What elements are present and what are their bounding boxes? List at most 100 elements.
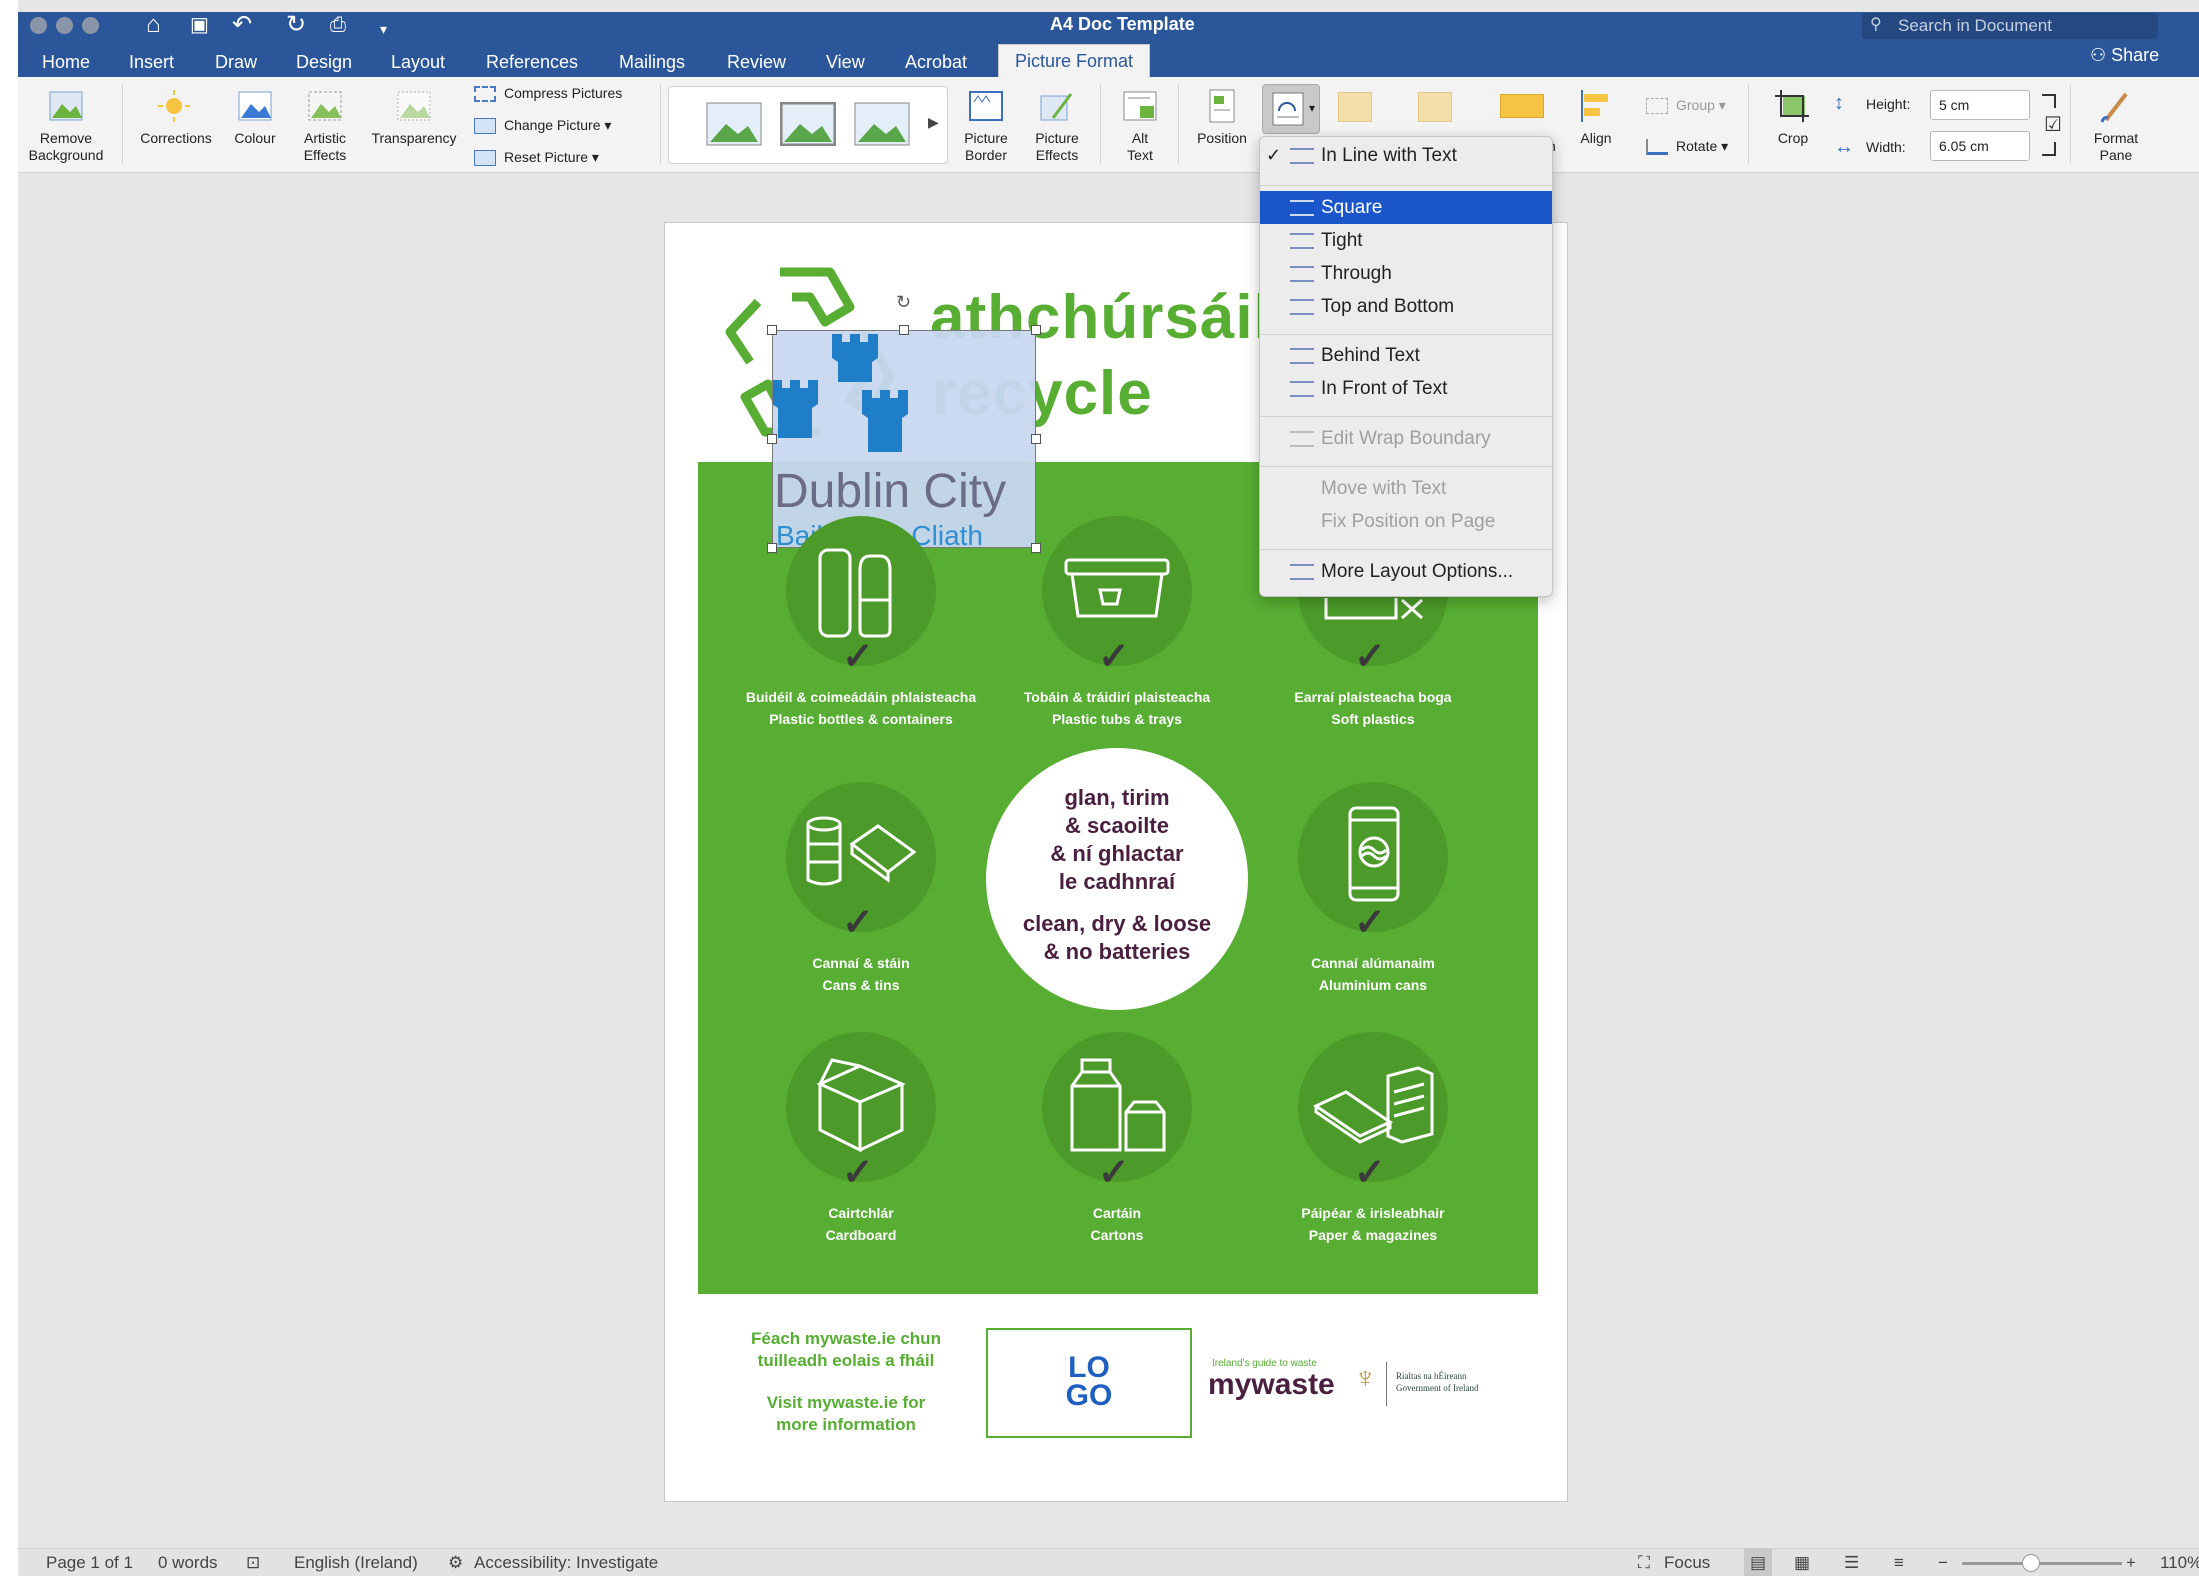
picture-border-button[interactable]: Picture Border (954, 88, 1018, 164)
resize-handle-top[interactable] (899, 325, 909, 335)
resize-handle-bottom-right[interactable] (1031, 543, 1041, 553)
search-input[interactable]: Search in Document (1862, 13, 2158, 39)
share-button[interactable]: ⚇ Share (2090, 45, 2159, 66)
footer-english-line-2: more information (776, 1415, 916, 1434)
save-icon[interactable]: ▣ (190, 12, 209, 38)
picture-style-thumbnail-2[interactable] (780, 102, 836, 146)
position-button[interactable]: Position (1186, 88, 1258, 147)
tab-draw[interactable]: Draw (215, 49, 257, 75)
tab-review[interactable]: Review (727, 49, 786, 75)
draft-view-icon[interactable]: ≡ (1894, 1549, 1904, 1576)
menu-item-square[interactable]: Square (1260, 191, 1552, 224)
width-field[interactable]: 6.05 cm (1930, 131, 2030, 161)
artistic-effects-button[interactable]: Artistic Effects (290, 88, 360, 164)
transparency-label: Transparency (371, 130, 457, 146)
page-count[interactable]: Page 1 of 1 (46, 1549, 133, 1576)
menu-item-in-front-of-text[interactable]: In Front of Text (1260, 372, 1552, 405)
home-icon[interactable]: ⌂ (146, 12, 161, 38)
resize-handle-bottom-left[interactable] (767, 543, 777, 553)
send-backward-button[interactable] (1418, 92, 1452, 122)
picture-border-label-2: Border (964, 147, 1008, 163)
left-margin (0, 0, 18, 1576)
lock-ratio-top-bracket-icon (2042, 94, 2056, 108)
accessibility-status[interactable]: Accessibility: Investigate (474, 1549, 658, 1576)
print-icon[interactable]: ⎙ (330, 12, 346, 38)
bring-forward-button[interactable] (1338, 92, 1372, 122)
menu-item-top-and-bottom[interactable]: Top and Bottom (1260, 290, 1552, 323)
minimize-window-button[interactable] (56, 17, 73, 34)
zoom-in-button[interactable]: + (2126, 1549, 2136, 1576)
selection-pane-button[interactable] (1500, 94, 1544, 118)
tab-view[interactable]: View (826, 49, 865, 75)
tab-references[interactable]: References (486, 49, 578, 75)
menu-item-more-layout-options[interactable]: More Layout Options... (1260, 555, 1552, 588)
menu-item-in-line-with-text[interactable]: ✓ In Line with Text (1260, 139, 1552, 172)
resize-handle-top-right[interactable] (1031, 325, 1041, 335)
change-picture-label: Change Picture (504, 117, 601, 133)
group-icon (1646, 98, 1668, 115)
web-layout-view-icon[interactable]: ▦ (1794, 1549, 1810, 1576)
tab-mailings[interactable]: Mailings (619, 49, 685, 75)
resize-handle-left[interactable] (767, 434, 777, 444)
zoom-level[interactable]: 110% (2160, 1549, 2199, 1576)
menu-item-through[interactable]: Through (1260, 257, 1552, 290)
zoom-slider-track[interactable] (1962, 1562, 2122, 1565)
proofing-icon[interactable]: ⊡ (246, 1549, 260, 1576)
transparency-button[interactable]: Transparency (364, 88, 464, 147)
tab-picture-format[interactable]: Picture Format (998, 44, 1151, 78)
word-count[interactable]: 0 words (158, 1549, 218, 1576)
focus-button[interactable]: Focus (1664, 1549, 1710, 1576)
tab-design[interactable]: Design (296, 49, 352, 75)
alt-text-button[interactable]: Alt Text (1110, 88, 1170, 164)
gallery-more-icon[interactable]: ▶ (928, 114, 939, 131)
language-status[interactable]: English (Ireland) (294, 1549, 418, 1576)
reset-picture-icon (474, 150, 496, 167)
tab-layout[interactable]: Layout (391, 49, 445, 75)
picture-style-thumbnail-3[interactable] (854, 102, 910, 146)
resize-handle-top-left[interactable] (767, 325, 777, 335)
rotate-button[interactable]: Rotate ▾ (1646, 137, 1728, 156)
menu-separator (1260, 549, 1552, 550)
crop-button[interactable]: Crop (1758, 88, 1828, 147)
close-window-button[interactable] (30, 17, 47, 34)
logo-placeholder[interactable]: LO GO (986, 1328, 1192, 1438)
check-icon: ✓ (842, 902, 874, 944)
height-label: Height: (1866, 96, 1911, 112)
colour-button[interactable]: Colour (224, 88, 286, 147)
tab-insert[interactable]: Insert (129, 49, 174, 75)
format-pane-button[interactable]: Format Pane (2080, 88, 2152, 164)
logo-text: LO GO (988, 1353, 1190, 1411)
tab-home[interactable]: Home (42, 49, 90, 75)
lock-aspect-ratio-checkbox[interactable]: ☑ (2044, 112, 2062, 137)
remove-background-button[interactable]: Remove Background (22, 88, 110, 164)
customize-toolbar-icon[interactable]: ▾ (380, 16, 387, 42)
height-field[interactable]: 5 cm (1930, 90, 2030, 120)
accessibility-icon: ⚙ (448, 1553, 464, 1572)
reset-picture-button[interactable]: Reset Picture ▾ (474, 148, 599, 167)
position-label: Position (1197, 130, 1247, 146)
align-icon (1581, 90, 1608, 122)
zoom-window-button[interactable] (82, 17, 99, 34)
print-layout-view-icon[interactable]: ▤ (1744, 1549, 1773, 1576)
undo-icon[interactable]: ↶ (232, 12, 252, 38)
item-label-bottles: Buidéil & coimeádáin phlaisteacha Plastic… (731, 686, 991, 730)
picture-effects-button[interactable]: Picture Effects (1024, 88, 1090, 164)
menu-item-behind-text[interactable]: Behind Text (1260, 339, 1552, 372)
group-button[interactable]: Group ▾ (1646, 96, 1726, 115)
corrections-button[interactable]: Corrections (132, 88, 220, 147)
zoom-slider-thumb[interactable] (2022, 1554, 2040, 1572)
menu-item-tight[interactable]: Tight (1260, 224, 1552, 257)
picture-style-thumbnail-1[interactable] (706, 102, 762, 146)
compress-pictures-button[interactable]: Compress Pictures (474, 84, 622, 103)
tab-acrobat[interactable]: Acrobat (905, 49, 967, 75)
resize-handle-right[interactable] (1031, 434, 1041, 444)
rotate-handle-icon[interactable]: ↻ (896, 292, 911, 313)
reset-picture-label: Reset Picture (504, 149, 589, 165)
menu-item-label: In Front of Text (1321, 378, 1448, 399)
align-button[interactable]: Align (1568, 88, 1624, 147)
outline-view-icon[interactable]: ☰ (1844, 1549, 1859, 1576)
wrap-text-button[interactable]: ▾ (1262, 84, 1320, 134)
zoom-out-button[interactable]: − (1938, 1549, 1948, 1576)
redo-icon[interactable]: ↻ (286, 12, 306, 38)
change-picture-button[interactable]: Change Picture ▾ (474, 116, 611, 135)
